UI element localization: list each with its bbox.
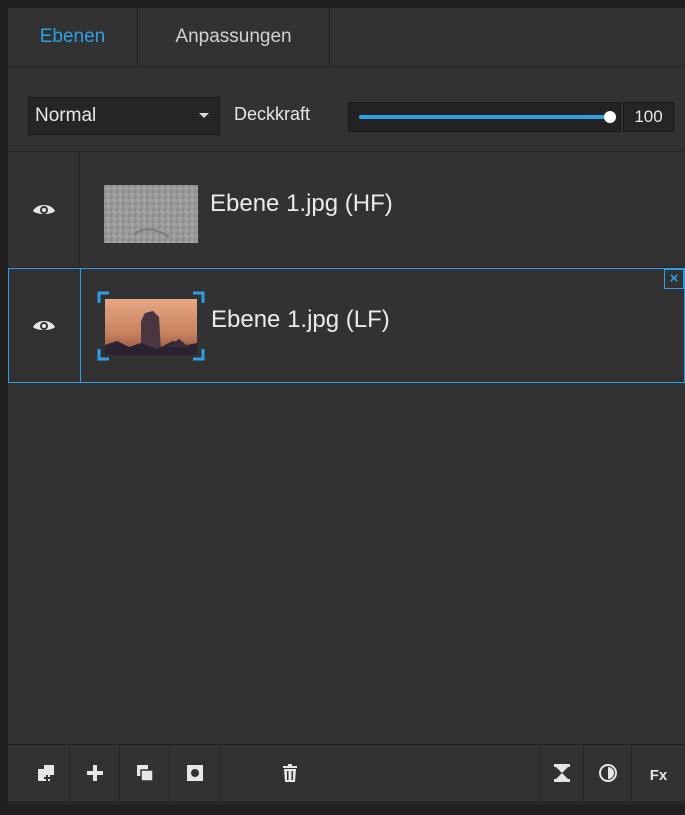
layer-name[interactable]: Ebene 1.jpg (LF) <box>211 306 390 334</box>
opacity-value-field[interactable]: 100 <box>623 102 674 132</box>
layer-thumbnail-selected <box>97 291 205 361</box>
layers-list: Ebene 1.jpg (HF) Ebene 1.jpg (LF) × <box>8 152 685 742</box>
tab-bar: Ebenen Anpassungen <box>8 8 685 67</box>
merge-icon <box>553 763 571 788</box>
visibility-column <box>8 152 80 267</box>
eye-icon[interactable] <box>32 318 56 339</box>
toolbar-bottom-border <box>8 801 685 805</box>
duplicate-layer-button[interactable] <box>120 745 170 805</box>
layer-row[interactable]: Ebene 1.jpg (HF) <box>8 152 685 268</box>
opacity-label: Deckkraft <box>234 103 311 124</box>
adjustment-button[interactable] <box>584 745 632 805</box>
fx-button[interactable]: Fx <box>632 745 685 805</box>
layers-toolbar: Fx <box>8 744 685 805</box>
tab-divider <box>329 8 330 66</box>
add-mask-button[interactable] <box>170 745 220 805</box>
trash-icon <box>280 763 300 788</box>
merge-button[interactable] <box>540 745 584 805</box>
new-from-image-icon <box>36 763 56 788</box>
delete-layer-button[interactable] <box>220 745 540 805</box>
adjustment-icon <box>598 763 618 788</box>
visibility-column <box>9 269 81 382</box>
layer-name[interactable]: Ebene 1.jpg (HF) <box>210 190 393 218</box>
layer-thumbnail <box>104 185 198 243</box>
slider-track <box>359 111 616 123</box>
add-layer-icon <box>85 763 105 788</box>
slider-thumb[interactable] <box>604 111 616 123</box>
layers-panel: Ebenen Anpassungen Normal Deckkraft 100 <box>8 8 685 805</box>
chevron-down-icon <box>199 113 209 118</box>
eye-icon[interactable] <box>32 202 56 223</box>
opacity-slider[interactable] <box>348 102 621 132</box>
add-layer-button[interactable] <box>70 745 120 805</box>
close-icon[interactable]: × <box>664 269 684 289</box>
fx-icon: Fx <box>649 766 668 784</box>
blend-mode-value: Normal <box>35 105 97 126</box>
tab-anpassungen[interactable]: Anpassungen <box>138 8 329 66</box>
blend-mode-select[interactable]: Normal <box>28 97 220 135</box>
duplicate-layer-icon <box>135 763 155 788</box>
mask-icon <box>185 763 205 788</box>
layer-row-selected[interactable]: Ebene 1.jpg (LF) × <box>8 268 685 383</box>
new-from-image-button[interactable] <box>22 745 70 805</box>
slider-fill <box>359 115 610 119</box>
tab-ebenen[interactable]: Ebenen <box>8 8 137 66</box>
blend-row: Normal Deckkraft 100 <box>8 67 685 152</box>
